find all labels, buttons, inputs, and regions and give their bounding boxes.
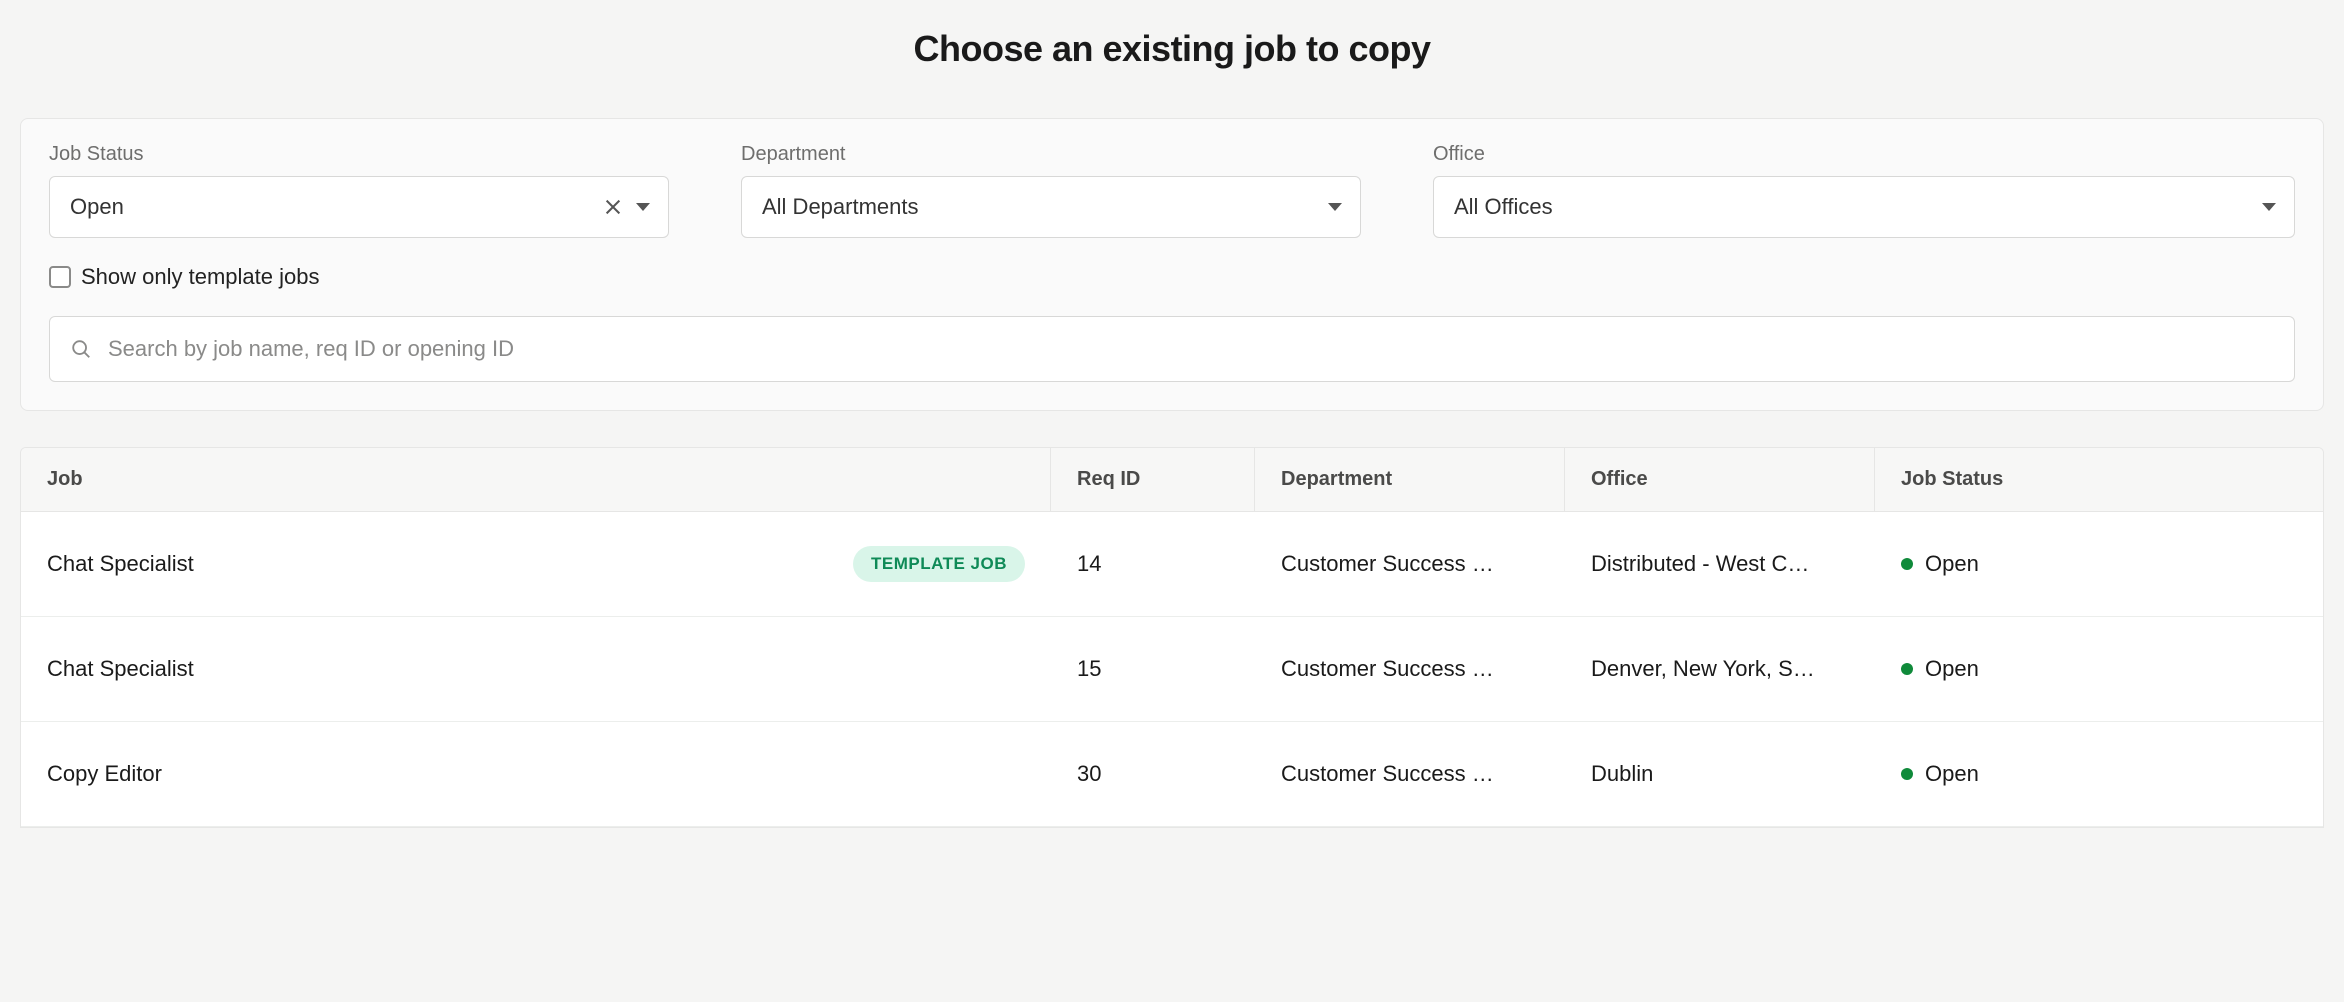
cell-req-id: 15 [1051, 617, 1255, 721]
department-value: All Departments [762, 194, 1314, 220]
cell-office: Dublin [1565, 722, 1875, 826]
filter-office-label: Office [1433, 143, 2295, 166]
office-select[interactable]: All Offices [1433, 176, 2295, 238]
page-title: Choose an existing job to copy [20, 28, 2324, 70]
th-req-id[interactable]: Req ID [1051, 448, 1255, 511]
th-job[interactable]: Job [21, 448, 1051, 511]
office-value: All Offices [1454, 194, 2248, 220]
cell-department: Customer Success … [1255, 722, 1565, 826]
status-text: Open [1925, 551, 1979, 577]
department-select[interactable]: All Departments [741, 176, 1361, 238]
cell-job: Chat Specialist [21, 617, 1051, 721]
filters-panel: Job Status Open Department All Departmen… [20, 118, 2324, 411]
status-text: Open [1925, 656, 1979, 682]
chevron-down-icon [1328, 203, 1342, 211]
search-icon [70, 338, 92, 360]
filter-department: Department All Departments [741, 143, 1361, 238]
cell-job: Copy Editor [21, 722, 1051, 826]
template-badge: TEMPLATE JOB [853, 546, 1025, 582]
table-header: Job Req ID Department Office Job Status [21, 448, 2323, 512]
jobs-table: Job Req ID Department Office Job Status … [20, 447, 2324, 828]
job-name: Chat Specialist [47, 551, 841, 577]
table-row[interactable]: Chat Specialist 15Customer Success …Denve… [21, 617, 2323, 722]
cell-status: Open [1875, 722, 2323, 826]
checkbox-icon [49, 266, 71, 288]
job-status-select[interactable]: Open [49, 176, 669, 238]
search-field[interactable] [49, 316, 2295, 382]
template-jobs-label: Show only template jobs [81, 264, 319, 290]
cell-req-id: 30 [1051, 722, 1255, 826]
filter-department-label: Department [741, 143, 1361, 166]
job-name: Copy Editor [47, 761, 1025, 787]
cell-req-id: 14 [1051, 512, 1255, 616]
cell-office: Denver, New York, S… [1565, 617, 1875, 721]
cell-office: Distributed - West C… [1565, 512, 1875, 616]
cell-status: Open [1875, 512, 2323, 616]
cell-status: Open [1875, 617, 2323, 721]
search-input[interactable] [108, 336, 2274, 362]
th-office[interactable]: Office [1565, 448, 1875, 511]
filter-job-status-label: Job Status [49, 143, 669, 166]
template-jobs-toggle[interactable]: Show only template jobs [49, 264, 2295, 290]
job-status-value: Open [70, 194, 596, 220]
job-name: Chat Specialist [47, 656, 1025, 682]
status-dot-icon [1901, 768, 1913, 780]
chevron-down-icon [2262, 203, 2276, 211]
cell-job: Chat Specialist TEMPLATE JOB [21, 512, 1051, 616]
th-job-status[interactable]: Job Status [1875, 448, 2323, 511]
filter-office: Office All Offices [1433, 143, 2295, 238]
status-dot-icon [1901, 558, 1913, 570]
table-row[interactable]: Chat Specialist TEMPLATE JOB 14Customer Su… [21, 512, 2323, 617]
status-text: Open [1925, 761, 1979, 787]
clear-icon[interactable] [604, 198, 622, 216]
table-row[interactable]: Copy Editor 30Customer Success …Dublin Ope… [21, 722, 2323, 827]
chevron-down-icon [636, 203, 650, 211]
cell-department: Customer Success … [1255, 617, 1565, 721]
status-dot-icon [1901, 663, 1913, 675]
cell-department: Customer Success … [1255, 512, 1565, 616]
filter-job-status: Job Status Open [49, 143, 669, 238]
th-department[interactable]: Department [1255, 448, 1565, 511]
